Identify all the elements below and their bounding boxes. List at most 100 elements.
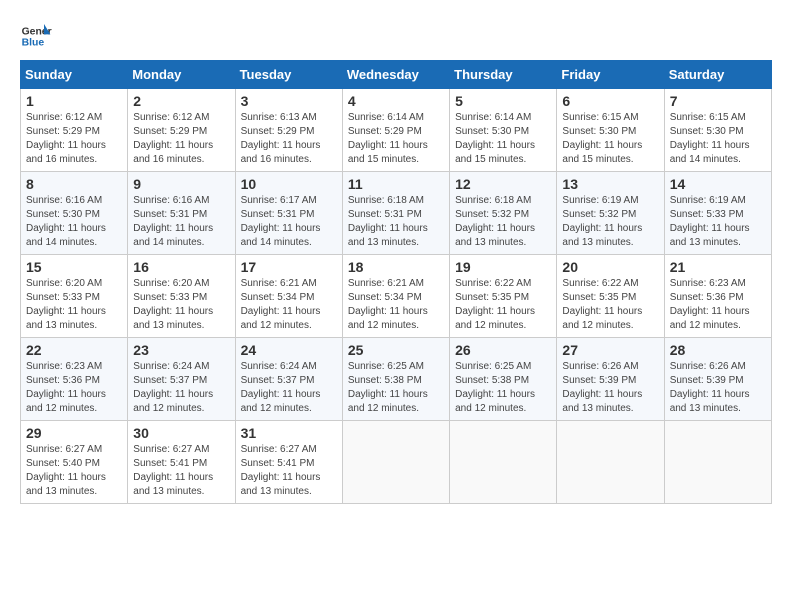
sunrise-label: Sunrise: 6:21 AM [348,278,424,289]
daylight-label: Daylight: 11 hours and 13 minutes. [241,472,321,497]
calendar-cell: 26 Sunrise: 6:25 AM Sunset: 5:38 PM Dayl… [450,338,557,421]
daylight-label: Daylight: 11 hours and 13 minutes. [455,223,535,248]
day-number: 14 [670,176,766,192]
sunrise-label: Sunrise: 6:19 AM [562,195,638,206]
day-info: Sunrise: 6:22 AM Sunset: 5:35 PM Dayligh… [455,277,551,333]
day-info: Sunrise: 6:13 AM Sunset: 5:29 PM Dayligh… [241,111,337,167]
calendar-cell: 29 Sunrise: 6:27 AM Sunset: 5:40 PM Dayl… [21,421,128,504]
sunrise-label: Sunrise: 6:25 AM [348,361,424,372]
weekday-header-sunday: Sunday [21,61,128,89]
daylight-label: Daylight: 11 hours and 13 minutes. [670,389,750,414]
day-info: Sunrise: 6:27 AM Sunset: 5:41 PM Dayligh… [241,443,337,499]
day-info: Sunrise: 6:16 AM Sunset: 5:30 PM Dayligh… [26,194,122,250]
day-number: 15 [26,259,122,275]
calendar-cell: 18 Sunrise: 6:21 AM Sunset: 5:34 PM Dayl… [342,255,449,338]
sunset-label: Sunset: 5:31 PM [133,209,207,220]
day-info: Sunrise: 6:25 AM Sunset: 5:38 PM Dayligh… [348,360,444,416]
sunrise-label: Sunrise: 6:26 AM [670,361,746,372]
day-info: Sunrise: 6:17 AM Sunset: 5:31 PM Dayligh… [241,194,337,250]
sunset-label: Sunset: 5:34 PM [348,292,422,303]
day-info: Sunrise: 6:23 AM Sunset: 5:36 PM Dayligh… [26,360,122,416]
day-number: 20 [562,259,658,275]
sunset-label: Sunset: 5:29 PM [348,126,422,137]
sunrise-label: Sunrise: 6:12 AM [133,112,209,123]
calendar-cell: 10 Sunrise: 6:17 AM Sunset: 5:31 PM Dayl… [235,172,342,255]
day-info: Sunrise: 6:25 AM Sunset: 5:38 PM Dayligh… [455,360,551,416]
day-info: Sunrise: 6:27 AM Sunset: 5:40 PM Dayligh… [26,443,122,499]
sunset-label: Sunset: 5:31 PM [241,209,315,220]
day-number: 4 [348,93,444,109]
daylight-label: Daylight: 11 hours and 12 minutes. [241,389,321,414]
day-number: 22 [26,342,122,358]
day-number: 28 [670,342,766,358]
day-number: 27 [562,342,658,358]
day-number: 1 [26,93,122,109]
logo-icon: General Blue [20,20,52,52]
sunrise-label: Sunrise: 6:13 AM [241,112,317,123]
calendar-cell: 11 Sunrise: 6:18 AM Sunset: 5:31 PM Dayl… [342,172,449,255]
sunset-label: Sunset: 5:30 PM [455,126,529,137]
daylight-label: Daylight: 11 hours and 16 minutes. [133,140,213,165]
sunset-label: Sunset: 5:36 PM [26,375,100,386]
sunset-label: Sunset: 5:40 PM [26,458,100,469]
sunrise-label: Sunrise: 6:20 AM [133,278,209,289]
daylight-label: Daylight: 11 hours and 13 minutes. [670,223,750,248]
sunrise-label: Sunrise: 6:12 AM [26,112,102,123]
day-info: Sunrise: 6:22 AM Sunset: 5:35 PM Dayligh… [562,277,658,333]
calendar-cell: 4 Sunrise: 6:14 AM Sunset: 5:29 PM Dayli… [342,89,449,172]
day-number: 31 [241,425,337,441]
calendar-week-row: 1 Sunrise: 6:12 AM Sunset: 5:29 PM Dayli… [21,89,772,172]
sunrise-label: Sunrise: 6:15 AM [670,112,746,123]
weekday-header-wednesday: Wednesday [342,61,449,89]
sunrise-label: Sunrise: 6:27 AM [133,444,209,455]
daylight-label: Daylight: 11 hours and 14 minutes. [241,223,321,248]
day-number: 26 [455,342,551,358]
sunrise-label: Sunrise: 6:21 AM [241,278,317,289]
sunrise-label: Sunrise: 6:22 AM [455,278,531,289]
calendar-cell: 27 Sunrise: 6:26 AM Sunset: 5:39 PM Dayl… [557,338,664,421]
sunset-label: Sunset: 5:31 PM [348,209,422,220]
day-number: 29 [26,425,122,441]
calendar-cell: 15 Sunrise: 6:20 AM Sunset: 5:33 PM Dayl… [21,255,128,338]
day-info: Sunrise: 6:20 AM Sunset: 5:33 PM Dayligh… [26,277,122,333]
day-number: 8 [26,176,122,192]
calendar-cell: 12 Sunrise: 6:18 AM Sunset: 5:32 PM Dayl… [450,172,557,255]
sunset-label: Sunset: 5:39 PM [670,375,744,386]
calendar-cell [342,421,449,504]
day-number: 5 [455,93,551,109]
day-number: 16 [133,259,229,275]
day-info: Sunrise: 6:12 AM Sunset: 5:29 PM Dayligh… [133,111,229,167]
calendar-cell: 13 Sunrise: 6:19 AM Sunset: 5:32 PM Dayl… [557,172,664,255]
calendar-table: SundayMondayTuesdayWednesdayThursdayFrid… [20,60,772,504]
calendar-week-row: 22 Sunrise: 6:23 AM Sunset: 5:36 PM Dayl… [21,338,772,421]
calendar-cell: 23 Sunrise: 6:24 AM Sunset: 5:37 PM Dayl… [128,338,235,421]
daylight-label: Daylight: 11 hours and 16 minutes. [26,140,106,165]
calendar-week-row: 8 Sunrise: 6:16 AM Sunset: 5:30 PM Dayli… [21,172,772,255]
sunrise-label: Sunrise: 6:22 AM [562,278,638,289]
sunset-label: Sunset: 5:38 PM [348,375,422,386]
calendar-cell: 1 Sunrise: 6:12 AM Sunset: 5:29 PM Dayli… [21,89,128,172]
day-info: Sunrise: 6:16 AM Sunset: 5:31 PM Dayligh… [133,194,229,250]
calendar-cell: 17 Sunrise: 6:21 AM Sunset: 5:34 PM Dayl… [235,255,342,338]
day-info: Sunrise: 6:20 AM Sunset: 5:33 PM Dayligh… [133,277,229,333]
sunrise-label: Sunrise: 6:18 AM [455,195,531,206]
sunset-label: Sunset: 5:30 PM [26,209,100,220]
daylight-label: Daylight: 11 hours and 16 minutes. [241,140,321,165]
sunset-label: Sunset: 5:35 PM [455,292,529,303]
daylight-label: Daylight: 11 hours and 12 minutes. [241,306,321,331]
calendar-cell: 14 Sunrise: 6:19 AM Sunset: 5:33 PM Dayl… [664,172,771,255]
daylight-label: Daylight: 11 hours and 14 minutes. [26,223,106,248]
daylight-label: Daylight: 11 hours and 13 minutes. [562,389,642,414]
day-info: Sunrise: 6:15 AM Sunset: 5:30 PM Dayligh… [670,111,766,167]
day-number: 17 [241,259,337,275]
daylight-label: Daylight: 11 hours and 12 minutes. [133,389,213,414]
logo: General Blue [20,20,52,52]
daylight-label: Daylight: 11 hours and 13 minutes. [26,472,106,497]
sunset-label: Sunset: 5:29 PM [241,126,315,137]
day-number: 12 [455,176,551,192]
sunset-label: Sunset: 5:36 PM [670,292,744,303]
sunset-label: Sunset: 5:33 PM [133,292,207,303]
daylight-label: Daylight: 11 hours and 12 minutes. [26,389,106,414]
day-number: 9 [133,176,229,192]
day-info: Sunrise: 6:26 AM Sunset: 5:39 PM Dayligh… [562,360,658,416]
